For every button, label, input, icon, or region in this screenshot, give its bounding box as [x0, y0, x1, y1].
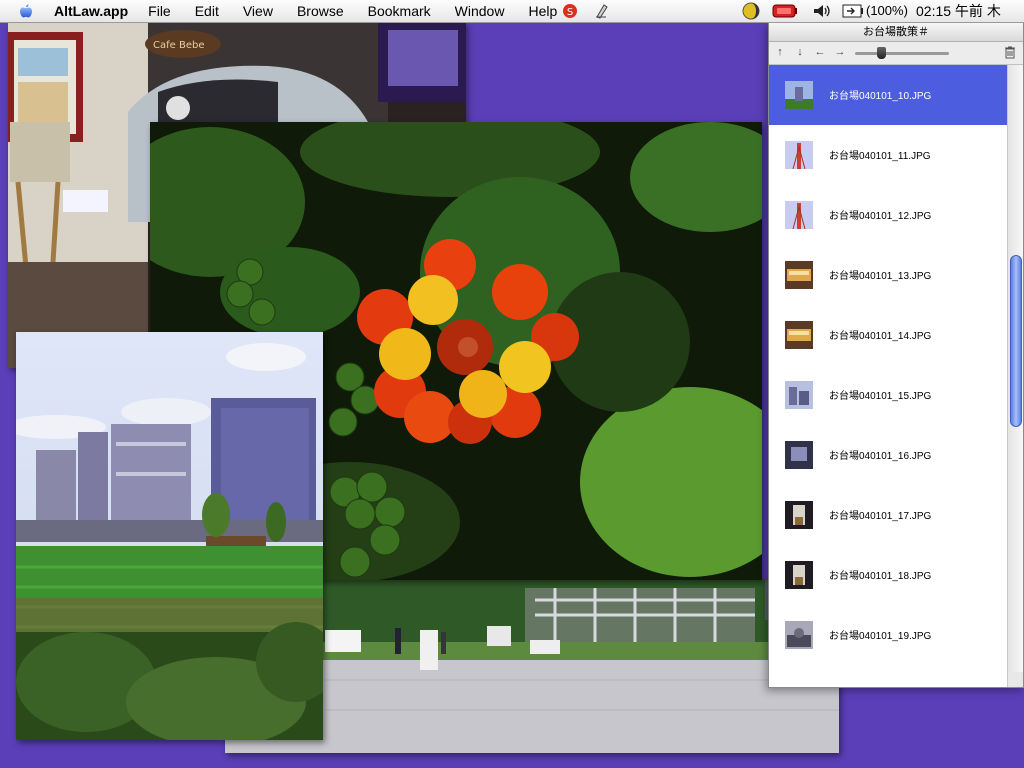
resize-handle[interactable]	[1008, 672, 1023, 687]
zoom-slider[interactable]	[855, 52, 949, 55]
sort-down-icon[interactable]: ↓	[793, 45, 807, 59]
thumbnail-image[interactable]	[785, 501, 813, 529]
script-icon[interactable]	[594, 3, 610, 19]
thumbnail-image[interactable]	[785, 141, 813, 169]
thumbnail-image[interactable]	[785, 621, 813, 649]
list-item[interactable]: お台場040101_18.JPG	[769, 545, 1007, 605]
thumbnail-image[interactable]	[785, 81, 813, 109]
power-icon[interactable]	[842, 4, 864, 18]
menu-app-name[interactable]: AltLaw.app	[54, 0, 128, 22]
menu-clock[interactable]: 02:15 午前 木	[916, 0, 1001, 22]
battery-red-icon[interactable]	[772, 4, 798, 18]
sort-up-icon[interactable]: ↑	[773, 45, 787, 59]
menu-browse[interactable]: Browse	[297, 0, 344, 22]
zoom-slider-thumb[interactable]	[877, 47, 887, 59]
menu-edit[interactable]: Edit	[195, 0, 219, 22]
list-item[interactable]: お台場040101_14.JPG	[769, 305, 1007, 365]
scrollbar-thumb[interactable]	[1010, 255, 1022, 427]
apple-icon[interactable]	[18, 3, 34, 19]
menu-file[interactable]: File	[148, 0, 171, 22]
list-item[interactable]: お台場040101_12.JPG	[769, 185, 1007, 245]
file-list: お台場040101_10.JPG お台場040101_11.JPG お台場04010…	[769, 65, 1007, 687]
list-item[interactable]: お台場040101_19.JPG	[769, 605, 1007, 665]
thumbnail-image[interactable]	[785, 321, 813, 349]
list-item[interactable]: お台場040101_10.JPG	[769, 65, 1007, 125]
battery-percent: (100%)	[866, 3, 908, 18]
menu-help[interactable]: Help	[528, 0, 557, 22]
window-title[interactable]: お台場散策＃	[769, 23, 1023, 42]
list-item[interactable]: お台場040101_13.JPG	[769, 245, 1007, 305]
file-name: お台場040101_14.JPG	[829, 331, 932, 342]
file-name: お台場040101_17.JPG	[829, 511, 932, 522]
forward-icon[interactable]: →	[833, 45, 847, 59]
moon-icon[interactable]	[742, 2, 760, 20]
back-icon[interactable]: ←	[813, 45, 827, 59]
file-name: お台場040101_11.JPG	[829, 151, 931, 162]
menu-bookmark[interactable]: Bookmark	[368, 0, 431, 22]
file-name: お台場040101_15.JPG	[829, 391, 932, 402]
thumbnail-image[interactable]	[785, 261, 813, 289]
city-field-photo[interactable]	[16, 332, 323, 740]
menu-window[interactable]: Window	[455, 0, 505, 22]
file-name: お台場040101_10.JPG	[829, 91, 932, 102]
file-name: お台場040101_19.JPG	[829, 631, 932, 642]
svg-text:S: S	[567, 7, 573, 18]
list-item[interactable]: お台場040101_11.JPG	[769, 125, 1007, 185]
menu-bar: AltLaw.app File Edit View Browse Bookmar…	[0, 0, 1024, 23]
vertical-scrollbar[interactable]	[1007, 65, 1023, 687]
svg-text:Cafe Bebe: Cafe Bebe	[153, 40, 204, 51]
thumbnail-image[interactable]	[785, 381, 813, 409]
list-item[interactable]: お台場040101_16.JPG	[769, 425, 1007, 485]
menu-view[interactable]: View	[243, 0, 273, 22]
file-name: お台場040101_16.JPG	[829, 451, 932, 462]
window-toolbar: ↑ ↓ ← →	[769, 42, 1023, 65]
trash-icon[interactable]	[1003, 45, 1017, 59]
file-name: お台場040101_13.JPG	[829, 271, 932, 282]
thumbnail-image[interactable]	[785, 441, 813, 469]
file-list-window: お台場散策＃ ↑ ↓ ← → お台場040101_10.JPG お台場040101…	[768, 22, 1024, 688]
list-item[interactable]: お台場040101_15.JPG	[769, 365, 1007, 425]
thumbnail-image[interactable]	[785, 561, 813, 589]
list-item[interactable]: お台場040101_17.JPG	[769, 485, 1007, 545]
file-name: お台場040101_12.JPG	[829, 211, 932, 222]
speaker-icon[interactable]	[812, 3, 832, 19]
file-name: お台場040101_18.JPG	[829, 571, 932, 582]
thumbnail-image[interactable]	[785, 201, 813, 229]
app-red-icon[interactable]: S	[562, 3, 578, 19]
